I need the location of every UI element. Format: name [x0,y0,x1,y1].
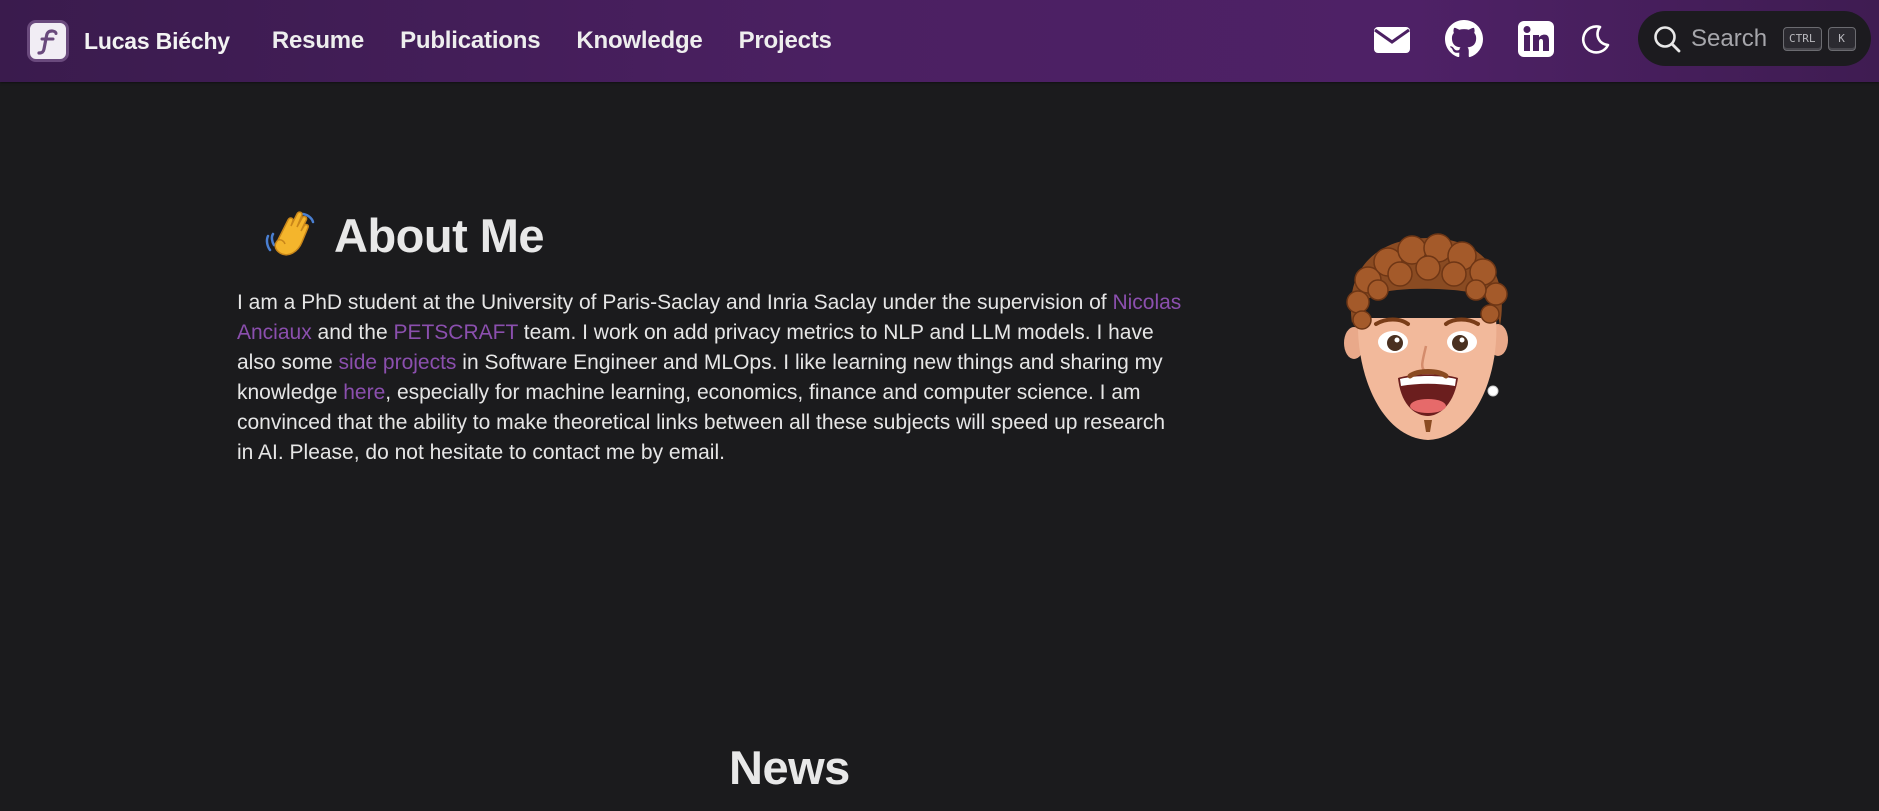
kbd-k: K [1827,26,1856,51]
linkedin-icon[interactable] [1516,19,1556,59]
team-link[interactable]: PETSCRAFT [393,321,517,344]
nav-link-projects[interactable]: Projects [739,27,832,55]
nav-link-resume[interactable]: Resume [272,27,364,55]
about-text-part: and the [311,321,394,344]
avatar [1344,233,1508,440]
brand-title: Lucas Biéchy [84,27,230,54]
nav-links: Resume Publications Knowledge Projects [272,27,868,55]
nav-link-knowledge[interactable]: Knowledge [576,27,702,55]
about-heading: About Me [262,206,545,264]
knowledge-here-link[interactable]: here [343,381,385,404]
navbar: Lucas Biéchy Resume Publications Knowled… [0,0,1879,82]
logo-icon [27,20,69,62]
about-paragraph: I am a PhD student at the University of … [237,288,1187,468]
github-icon[interactable] [1444,19,1484,59]
moon-icon[interactable] [1576,19,1616,59]
search-icon [1654,25,1681,52]
news-title: News [729,741,850,794]
about-title: About Me [334,208,545,262]
nav-link-publications[interactable]: Publications [400,27,540,55]
mail-icon[interactable] [1372,20,1412,60]
waving-hand-icon [265,211,315,256]
brand-home-link[interactable]: Lucas Biéchy [27,20,230,62]
about-text-part: I am a PhD student at the University of … [237,291,1113,314]
side-projects-link[interactable]: side projects [339,351,457,374]
search-button[interactable]: Search CTRL K [1638,11,1871,66]
search-placeholder: Search [1691,24,1768,52]
kbd-ctrl: CTRL [1783,26,1822,51]
